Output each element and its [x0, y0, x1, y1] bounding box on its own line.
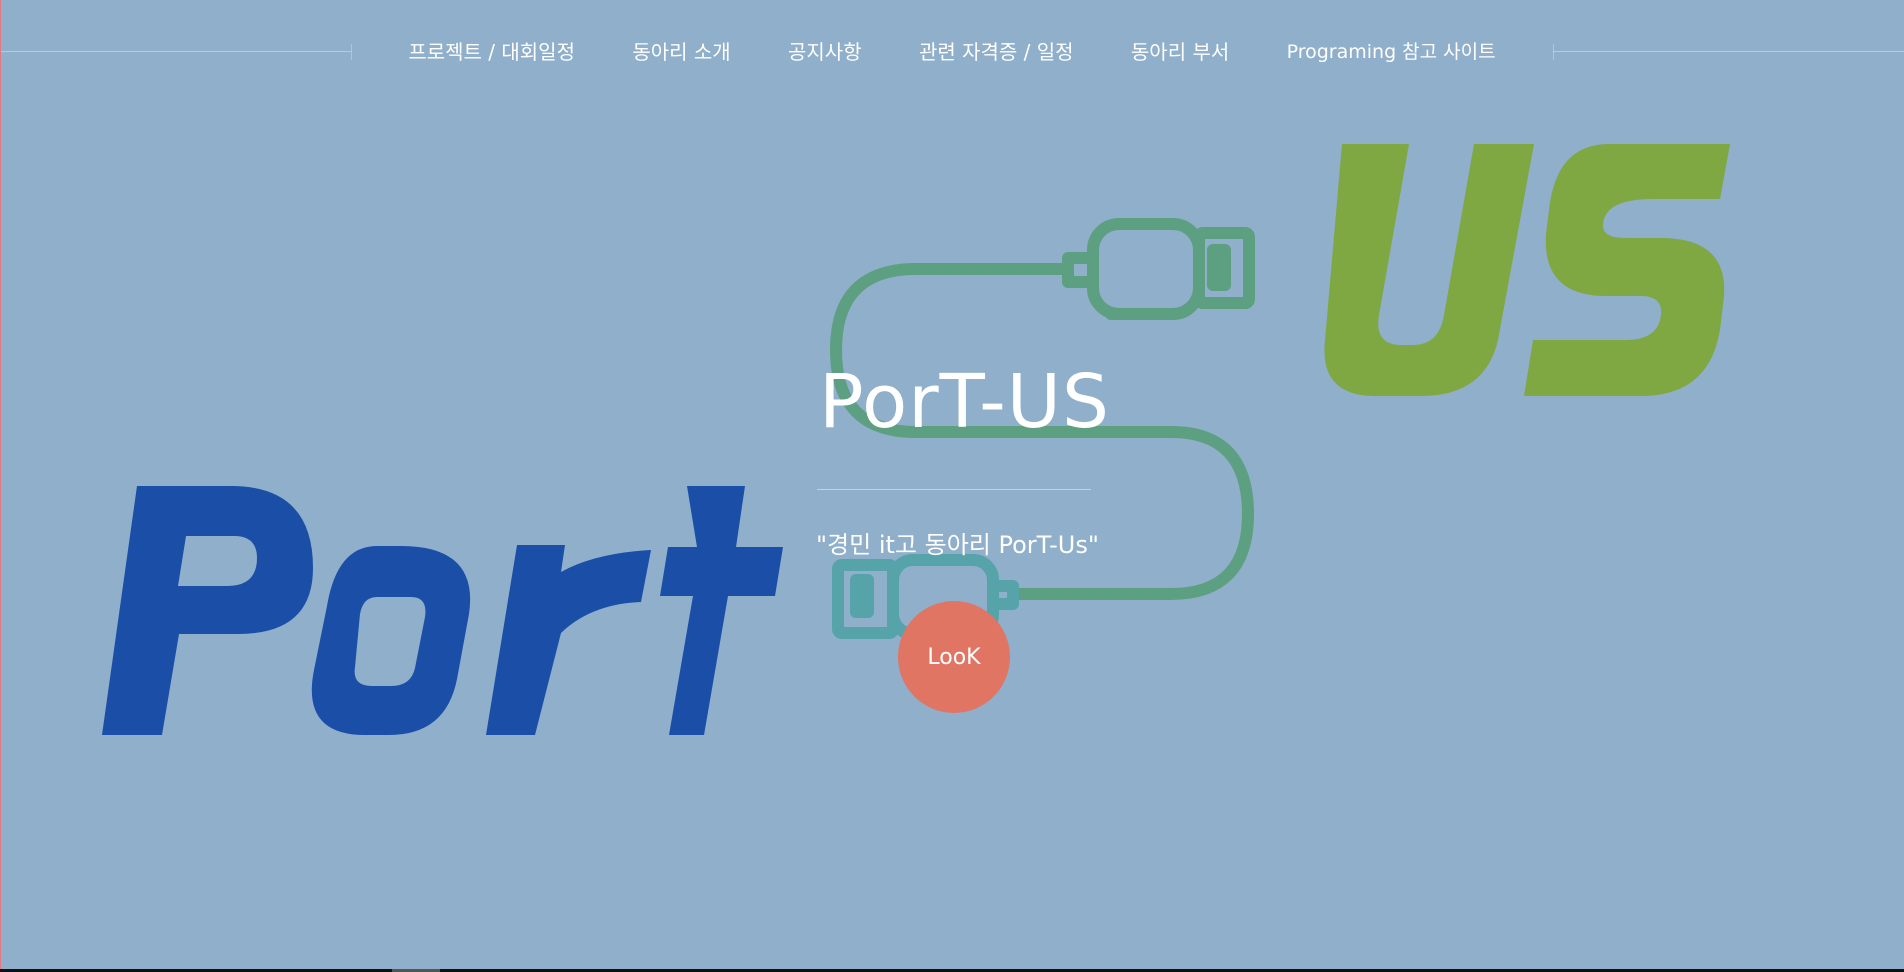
look-button[interactable]: LooK [898, 601, 1010, 713]
nav-item-notices[interactable]: 공지사항 [788, 36, 862, 65]
hero-subtitle: "경민 it고 동아리 PorT-Us" [816, 531, 1099, 559]
nav-item-club-intro[interactable]: 동아리 소개 [632, 36, 730, 65]
hero-title: PorT-US [819, 359, 1110, 445]
nav-item-departments[interactable]: 동아리 부서 [1131, 36, 1229, 65]
main-nav: 프로젝트 / 대회일정 동아리 소개 공지사항 관련 자격증 / 일정 동아리 … [351, 33, 1553, 67]
us-wordmark [1324, 144, 1730, 396]
nav-divider-left [1, 51, 351, 52]
nav-item-programming-sites[interactable]: Programing 참고 사이트 [1287, 37, 1496, 64]
nav-divider-tick [1553, 44, 1554, 60]
nav-item-projects[interactable]: 프로젝트 / 대회일정 [408, 36, 575, 65]
port-wordmark [102, 486, 783, 735]
nav-divider-right [1553, 51, 1904, 52]
logo-artwork [102, 144, 1730, 735]
hero-divider [817, 489, 1091, 490]
hero-section: 프로젝트 / 대회일정 동아리 소개 공지사항 관련 자격증 / 일정 동아리 … [0, 0, 1904, 969]
nav-item-certifications[interactable]: 관련 자격증 / 일정 [919, 36, 1074, 65]
